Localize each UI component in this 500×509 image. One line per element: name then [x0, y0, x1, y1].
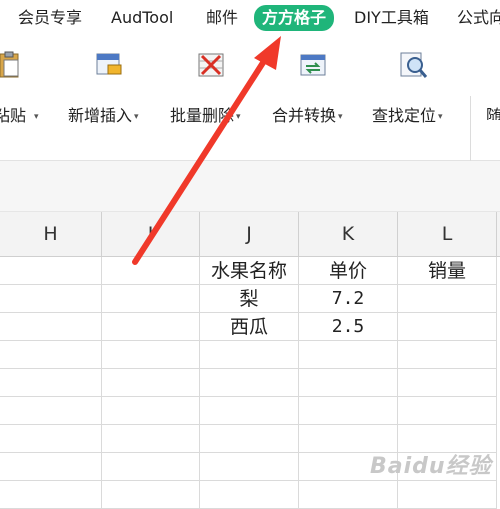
paste-button[interactable]: 粘贴 ▾	[0, 50, 54, 125]
cell-h-3[interactable]	[0, 313, 102, 341]
cell-j-4[interactable]	[200, 341, 299, 369]
cell-l-6[interactable]	[398, 397, 497, 425]
delete-icon	[198, 53, 224, 77]
cell-h-6[interactable]	[0, 397, 102, 425]
cell-l-9[interactable]	[398, 481, 497, 509]
column-header-i[interactable]: I	[102, 212, 200, 256]
cell-k-1[interactable]: 单价	[299, 257, 398, 285]
cell-l-3[interactable]	[398, 313, 497, 341]
batch-delete-label: 批量删除 ▾	[170, 106, 241, 125]
cell-j-7[interactable]	[200, 425, 299, 453]
formula-bar-area	[0, 161, 500, 212]
cell-k-3[interactable]: 2.5	[299, 313, 398, 341]
cell-h-9[interactable]	[0, 481, 102, 509]
cell-j-1[interactable]: 水果名称	[200, 257, 299, 285]
cell-l-5[interactable]	[398, 369, 497, 397]
cell-j-9[interactable]	[200, 481, 299, 509]
cell-j-5[interactable]	[200, 369, 299, 397]
column-header-h[interactable]: H	[0, 212, 102, 256]
cell-l-4[interactable]	[398, 341, 497, 369]
cell-k-6[interactable]	[299, 397, 398, 425]
merge-convert-button[interactable]: 合并转换 ▾	[270, 50, 360, 125]
cell-j-6[interactable]	[200, 397, 299, 425]
cell-j-8[interactable]	[200, 453, 299, 481]
column-header-j[interactable]: J	[200, 212, 299, 256]
tab-fangfang-gezi[interactable]: 方方格子	[254, 5, 335, 31]
cell-h-8[interactable]	[0, 453, 102, 481]
column-header-k[interactable]: K	[299, 212, 398, 256]
batch-delete-button[interactable]: 批量删除 ▾	[168, 50, 258, 125]
random-label: 随	[486, 106, 500, 120]
cell-l-1[interactable]: 销量	[398, 257, 497, 285]
cell-k-4[interactable]	[299, 341, 398, 369]
cell-i-2[interactable]	[102, 285, 200, 313]
paste-label: 粘贴	[0, 106, 27, 125]
cell-i-8[interactable]	[102, 453, 200, 481]
random-button[interactable]: 随	[484, 50, 500, 120]
cell-i-6[interactable]	[102, 397, 200, 425]
find-locate-button[interactable]: 查找定位 ▾	[372, 50, 462, 125]
cell-i-9[interactable]	[102, 481, 200, 509]
watermark: Baidu经验	[370, 454, 492, 479]
insert-button[interactable]: 新增插入 ▾	[66, 50, 156, 125]
paste-icon	[0, 51, 19, 78]
cell-h-7[interactable]	[0, 425, 102, 453]
ribbon-separator	[470, 96, 471, 164]
cell-j-2[interactable]: 梨	[200, 285, 299, 313]
cell-i-4[interactable]	[102, 341, 200, 369]
cell-i-7[interactable]	[102, 425, 200, 453]
cell-h-4[interactable]	[0, 341, 102, 369]
cell-h-5[interactable]	[0, 369, 102, 397]
cell-i-3[interactable]	[102, 313, 200, 341]
find-locate-label: 查找定位 ▾	[372, 106, 443, 125]
insert-icon	[96, 53, 122, 75]
tab-formula[interactable]: 公式向	[457, 6, 500, 30]
cell-k-2[interactable]: 7.2	[299, 285, 398, 313]
cell-h-2[interactable]	[0, 285, 102, 313]
merge-convert-label: 合并转换 ▾	[272, 106, 343, 125]
merge-convert-icon	[300, 54, 326, 76]
tab-audtool[interactable]: AudTool	[111, 6, 173, 30]
cell-k-9[interactable]	[299, 481, 398, 509]
column-header-row: H I J K L	[0, 212, 500, 257]
cell-i-1[interactable]	[102, 257, 200, 285]
cell-l-2[interactable]	[398, 285, 497, 313]
column-header-l[interactable]: L	[398, 212, 497, 256]
find-locate-icon	[400, 52, 428, 78]
cell-h-1[interactable]	[0, 257, 102, 285]
paste-caret: ▾	[34, 111, 39, 122]
ribbon: 粘贴 ▾ 新增插入 ▾ 批量删除 ▾ 合并转换 ▾ 查找定位 ▾ 随	[0, 36, 500, 164]
tab-mail[interactable]: 邮件	[206, 6, 238, 30]
menu-bar: 会员专享 AudTool 邮件 方方格子 DIY工具箱 公式向	[0, 0, 500, 36]
tab-member[interactable]: 会员专享	[18, 6, 82, 30]
insert-label: 新增插入 ▾	[68, 106, 139, 125]
tab-diy-toolbox[interactable]: DIY工具箱	[354, 6, 429, 30]
cell-i-5[interactable]	[102, 369, 200, 397]
cell-k-5[interactable]	[299, 369, 398, 397]
cell-j-3[interactable]: 西瓜	[200, 313, 299, 341]
